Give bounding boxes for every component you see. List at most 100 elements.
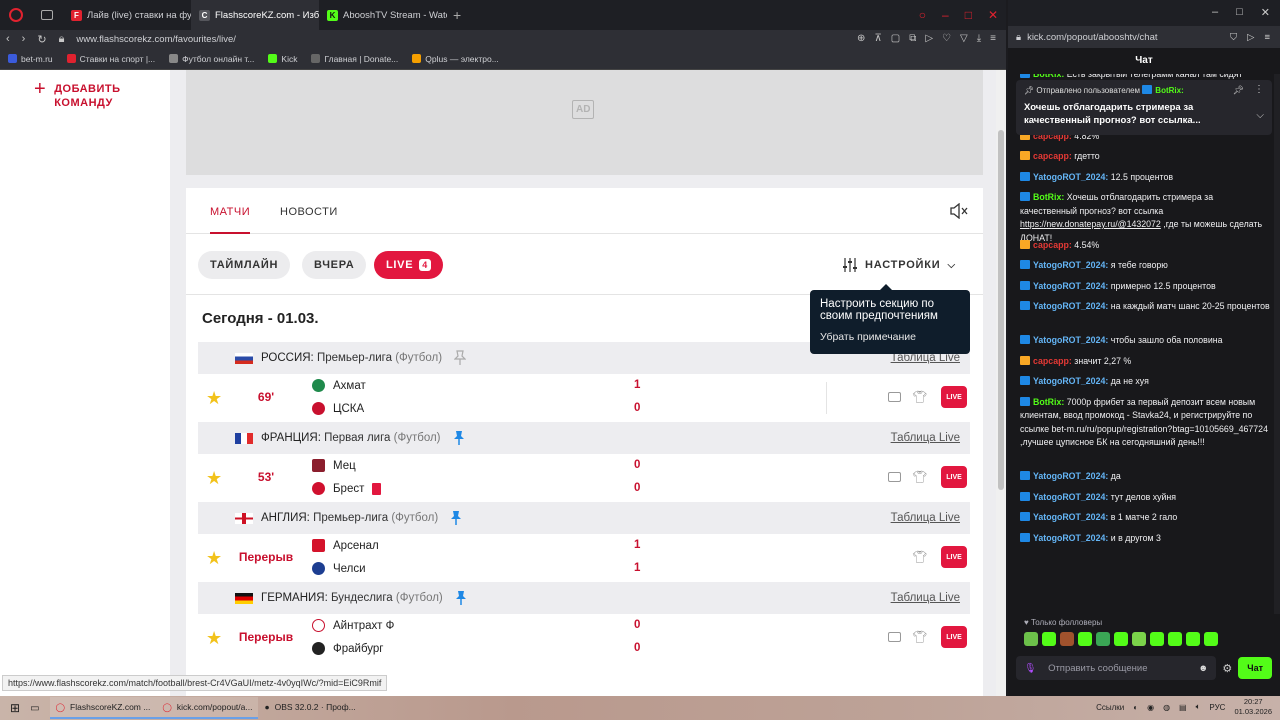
download-icon[interactable]: ⤓: [977, 33, 981, 44]
tab-overview-icon[interactable]: [41, 10, 53, 20]
add-team-button[interactable]: + ДОБАВИТЬ КОМАНДУ: [34, 79, 121, 110]
close-button[interactable]: ✕: [1261, 6, 1270, 19]
tray-app-icon[interactable]: ◍: [1163, 703, 1170, 712]
pin-outline-icon[interactable]: [454, 350, 467, 366]
url-input[interactable]: www.flashscorekz.com/favourites/live/: [76, 34, 235, 45]
taskbar-item-kick[interactable]: ◯ kick.com/popout/a...: [156, 697, 259, 719]
tray-app-icon[interactable]: ◉: [1147, 703, 1154, 712]
search-icon[interactable]: ○: [919, 8, 926, 22]
chevron-down-icon[interactable]: ⌵: [1256, 110, 1264, 121]
chat-message[interactable]: сарсарр: 4.54%: [1020, 239, 1270, 253]
bookmark-item[interactable]: Ставки на спорт |...: [66, 54, 155, 64]
minimize-button[interactable]: –: [942, 8, 949, 22]
live-button[interactable]: LIVE: [941, 626, 967, 648]
chat-message[interactable]: YatogoROT_2024: примерно 12.5 процентов: [1020, 280, 1270, 294]
chat-username[interactable]: сарсарр:: [1033, 356, 1072, 366]
chat-username[interactable]: YatogoROT_2024:: [1033, 301, 1108, 311]
scrollbar[interactable]: [996, 70, 1006, 696]
chat-username[interactable]: YatogoROT_2024:: [1033, 260, 1108, 270]
tab-news[interactable]: НОВОСТИ: [280, 206, 338, 218]
emoji-icon[interactable]: ☻: [1198, 663, 1208, 674]
maximize-button[interactable]: □: [1236, 6, 1243, 19]
lineup-shirt-icon[interactable]: 👕︎: [912, 390, 927, 404]
live-filter-button[interactable]: LIVE 4: [374, 251, 443, 279]
heart-icon[interactable]: ♡: [942, 33, 951, 44]
bookmark-item[interactable]: Главная | Donate...: [311, 54, 398, 64]
vpn-icon[interactable]: ▽: [960, 33, 968, 44]
pin-icon[interactable]: ⊼: [874, 33, 881, 44]
windows-start-icon[interactable]: ⊞: [10, 701, 20, 715]
bookmark-item[interactable]: Qplus — электро...: [412, 54, 499, 64]
close-button[interactable]: ✕: [988, 8, 998, 22]
star-icon[interactable]: ★: [206, 629, 222, 647]
pin-toggle-icon[interactable]: 📌︎: [1233, 85, 1244, 96]
pin-icon[interactable]: [455, 590, 467, 606]
table-live-link[interactable]: Таблица Live: [891, 432, 960, 444]
scrollbar[interactable]: [1274, 74, 1280, 614]
chat-message[interactable]: YatogoROT_2024: да: [1020, 470, 1270, 484]
browser-tab-abooshtv[interactable]: K AbooshTV Stream - Watch: [319, 0, 447, 30]
maximize-button[interactable]: □: [965, 8, 972, 22]
play-icon[interactable]: ▷: [925, 33, 933, 44]
chat-username[interactable]: YatogoROT_2024:: [1033, 512, 1108, 522]
chat-message[interactable]: BotRix: 7000р фрибет за первый депозит в…: [1020, 396, 1270, 450]
tray-app-icon[interactable]: ◐: [1133, 703, 1138, 712]
emote-icon[interactable]: [1042, 632, 1056, 646]
chat-input[interactable]: 🎙︎ Отправить сообщение ☻: [1016, 656, 1217, 680]
emote-icon[interactable]: [1078, 632, 1092, 646]
match-row[interactable]: ★ 53' Мец Брест 0 0 👕︎ LIVE: [198, 454, 970, 502]
browser-tab-flashscore[interactable]: C FlashscoreKZ.com - Избр: [191, 0, 319, 30]
emote-icon[interactable]: [1150, 632, 1164, 646]
task-view-icon[interactable]: ▭: [30, 703, 39, 714]
pin-icon[interactable]: [450, 510, 462, 526]
settings-dropdown[interactable]: НАСТРОЙКИ ⌵: [834, 251, 964, 279]
chat-message[interactable]: сарсарр: значит 2,27 %: [1020, 355, 1270, 369]
chat-username[interactable]: BotRix:: [1033, 74, 1064, 79]
network-icon[interactable]: ▤: [1179, 703, 1187, 712]
bookmark-item[interactable]: Футбол онлайн т...: [169, 54, 254, 64]
star-icon[interactable]: ★: [206, 469, 222, 487]
chat-message[interactable]: YatogoROT_2024: я тебе говорю: [1020, 259, 1270, 273]
forward-icon[interactable]: ›: [22, 33, 26, 45]
chat-username[interactable]: YatogoROT_2024:: [1033, 172, 1108, 182]
chat-message[interactable]: YatogoROT_2024: на каждый матч шанс 20-2…: [1020, 300, 1270, 314]
lineup-shirt-icon[interactable]: 👕︎: [912, 470, 927, 484]
opera-menu-icon[interactable]: [9, 8, 23, 22]
chat-message[interactable]: YatogoROT_2024: в 1 матче 2 гало: [1020, 511, 1270, 525]
pinned-message[interactable]: 📌︎ Отправлено пользователем BotRix: Хоче…: [1016, 80, 1272, 135]
chat-message[interactable]: YatogoROT_2024: чтобы зашло оба половина: [1020, 334, 1270, 348]
shield-icon[interactable]: ⛉: [1230, 32, 1237, 43]
bookmark-item[interactable]: bet-m.ru: [8, 54, 53, 64]
microphone-icon[interactable]: 🎙︎: [1024, 663, 1036, 674]
chat-message[interactable]: YatogoROT_2024: и в другом 3: [1020, 532, 1270, 546]
emote-icon[interactable]: [1096, 632, 1110, 646]
back-icon[interactable]: ‹: [6, 33, 10, 45]
chat-username[interactable]: BotRix:: [1033, 192, 1064, 202]
chat-message[interactable]: сарсарр: гдетто: [1020, 150, 1270, 164]
emote-icon[interactable]: [1204, 632, 1218, 646]
menu-icon[interactable]: ≡: [1264, 32, 1270, 43]
chat-username[interactable]: BotRix:: [1033, 397, 1064, 407]
tab-matches[interactable]: МАТЧИ: [210, 206, 251, 234]
clock[interactable]: 20:27 01.03.2026: [1234, 697, 1272, 717]
zoom-icon[interactable]: ⊕: [857, 33, 865, 44]
links-toolbar[interactable]: Ссылки: [1096, 703, 1124, 712]
live-button[interactable]: LIVE: [941, 546, 967, 568]
league-header[interactable]: ФРАНЦИЯ: Первая лига (Футбол) Таблица Li…: [198, 422, 970, 454]
emote-icon[interactable]: [1186, 632, 1200, 646]
snapshot-icon[interactable]: ▢: [891, 33, 900, 44]
chat-username[interactable]: сарсарр:: [1033, 240, 1072, 250]
chat-link[interactable]: https://new.donatepay.ru/@1432072: [1020, 219, 1161, 229]
taskbar-item-obs[interactable]: ● OBS 32.0.2 · Проф...: [258, 697, 361, 719]
chat-username[interactable]: сарсарр:: [1033, 151, 1072, 161]
bookmark-item[interactable]: Kick: [268, 54, 297, 64]
tv-icon[interactable]: [888, 632, 901, 642]
live-button[interactable]: LIVE: [941, 466, 967, 488]
minimize-button[interactable]: –: [1212, 6, 1218, 19]
language-indicator[interactable]: РУС: [1209, 703, 1225, 712]
league-header[interactable]: АНГЛИЯ: Премьер-лига (Футбол) Таблица Li…: [198, 502, 970, 534]
chat-username[interactable]: YatogoROT_2024:: [1033, 335, 1108, 345]
match-row[interactable]: ★ 69' Ахмат ЦСКА 1 0 👕︎ LIVE: [198, 374, 970, 422]
yesterday-filter-button[interactable]: ВЧЕРА: [302, 251, 367, 279]
match-row[interactable]: ★ Перерыв Айнтрахт Ф Фрайбург 0 0 👕︎ LIV…: [198, 614, 970, 662]
